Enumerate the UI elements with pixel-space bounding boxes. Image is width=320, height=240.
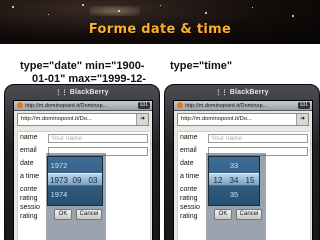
banner-star [82, 4, 84, 6]
address-text: http://m.dominopoint.it/Do... [181, 116, 252, 122]
picker-second[interactable]: 15 [243, 176, 257, 185]
phone-screen: http://m.dominopoint.it/Dominop... 101 h… [13, 100, 153, 240]
banner-star [118, 10, 120, 12]
tab-count-badge: 101 [137, 102, 150, 109]
label-name: name [180, 134, 198, 141]
banner-star [252, 7, 253, 8]
label-date: date [20, 160, 34, 167]
address-bar[interactable]: http://m.dominopoint.it/Do... ➜ [177, 113, 309, 126]
time-picker[interactable]: 33 12 34 15 35 [208, 156, 260, 206]
phone-brand: ⋮⋮ BlackBerry [165, 89, 319, 96]
blackberry-logo-icon: ⋮⋮ [55, 90, 68, 96]
brand-label: BlackBerry [69, 89, 109, 96]
name-input[interactable]: Your name [208, 134, 308, 143]
phone-screen: http://m.dominopoint.it/Dominop... 101 h… [173, 100, 313, 240]
date-picker[interactable]: 1972 1973 09 03 1974 [47, 156, 103, 206]
tab-url: http://m.dominopoint.it/Dominop... [185, 103, 268, 109]
tab-count-badge: 101 [297, 102, 310, 109]
go-arrow-icon[interactable]: ➜ [296, 114, 308, 125]
picker-month[interactable]: 09 [70, 176, 84, 185]
label-rating: rating [20, 195, 38, 202]
browser-tab[interactable]: http://m.dominopoint.it/Dominop... 101 [174, 101, 312, 111]
banner-star [48, 14, 49, 15]
go-arrow-icon[interactable]: ➜ [136, 114, 148, 125]
name-input[interactable]: Your name [48, 134, 148, 143]
title-banner: Forme date & time [0, 0, 320, 44]
address-text: http://m.dominopoint.it/Do... [21, 116, 92, 122]
picker-year-below[interactable]: 1974 [50, 190, 68, 199]
tab-url: http://m.dominopoint.it/Dominop... [25, 103, 108, 109]
address-bar[interactable]: http://m.dominopoint.it/Do... ➜ [17, 113, 149, 126]
picker-minute-above[interactable]: 33 [226, 161, 242, 170]
phone-time: ⋮⋮ BlackBerry http://m.dominopoint.it/Dom… [164, 84, 320, 240]
picker-selection-band: 1973 09 03 [48, 173, 102, 186]
label-email: email [180, 147, 197, 154]
banner-star [12, 6, 14, 8]
picker-selection-band: 12 34 15 [209, 173, 259, 186]
picker-year[interactable]: 1973 [50, 176, 68, 185]
ok-button[interactable]: OK [214, 209, 232, 220]
banner-star [205, 12, 207, 14]
label-rating: rating [180, 195, 198, 202]
blackberry-logo-icon: ⋮⋮ [215, 90, 228, 96]
banner-star [160, 5, 161, 6]
label-content: conte [180, 186, 198, 193]
cancel-button[interactable]: Cancel [76, 209, 102, 220]
picker-year-above[interactable]: 1972 [50, 161, 68, 170]
label-session: sessio [20, 204, 40, 211]
banner-star [292, 15, 294, 17]
label-name: name [20, 134, 38, 141]
banner-glow [90, 6, 140, 16]
picker-minute[interactable]: 34 [227, 176, 241, 185]
label-content: conte [20, 186, 38, 193]
brand-label: BlackBerry [229, 89, 269, 96]
slide-title: Forme date & time [88, 22, 232, 37]
phone-date: ⋮⋮ BlackBerry http://m.dominopoint.it/Dom… [4, 84, 160, 240]
ok-button[interactable]: OK [54, 209, 72, 220]
label-time: a time [20, 173, 40, 180]
label-session: sessio [180, 204, 200, 211]
phone-brand: ⋮⋮ BlackBerry [5, 89, 159, 96]
browser-tab[interactable]: http://m.dominopoint.it/Dominop... 101 [14, 101, 152, 111]
label-email: email [20, 147, 37, 154]
globe-icon [177, 102, 183, 108]
label-rating-2: rating [20, 213, 38, 220]
picker-minute-below[interactable]: 35 [226, 190, 242, 199]
picker-day[interactable]: 03 [86, 176, 100, 185]
globe-icon [17, 102, 23, 108]
cancel-button[interactable]: Cancel [236, 209, 262, 220]
label-rating-2: rating [180, 213, 198, 220]
label-date: date [180, 160, 194, 167]
label-time: a time [180, 173, 200, 180]
picker-hour[interactable]: 12 [211, 176, 225, 185]
caption-time: type="time" [170, 60, 233, 72]
caption-date-line1: type="date" min="1900- [20, 60, 145, 72]
